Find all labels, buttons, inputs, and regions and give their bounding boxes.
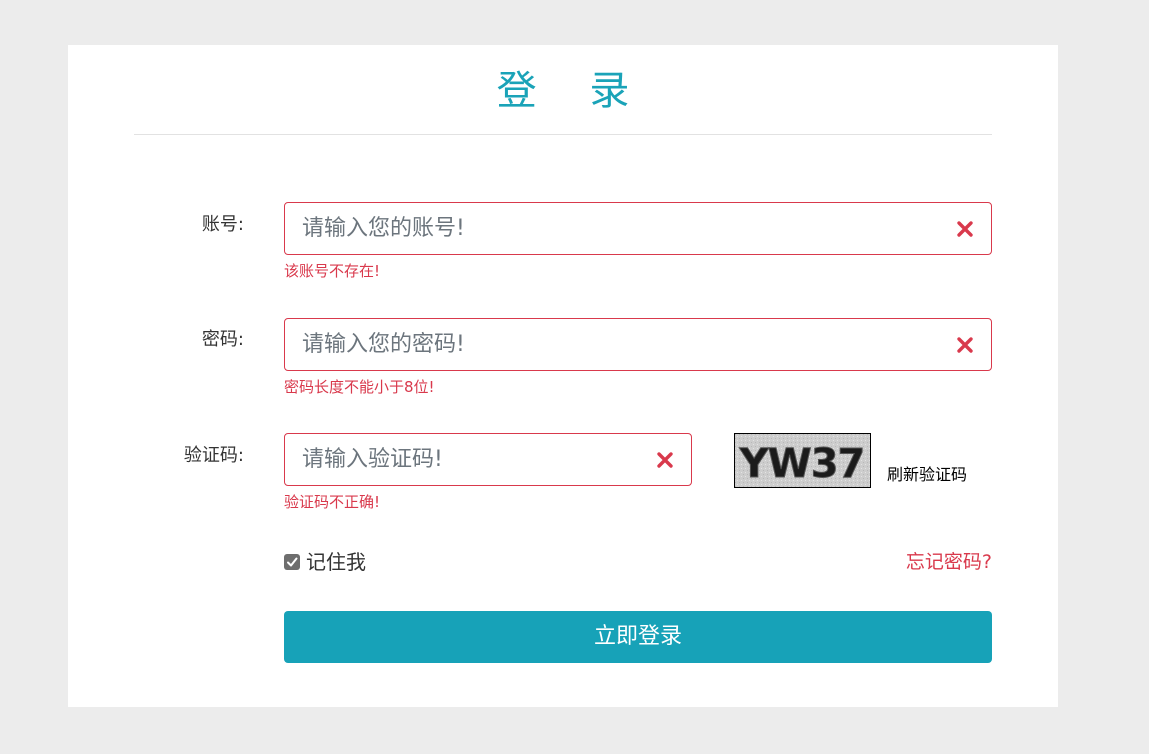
account-label: 账号:: [201, 214, 244, 235]
login-button[interactable]: 立即登录: [284, 611, 992, 663]
login-card: 登 录 账号: 该账号不存在! 密码: 密码长度不能小于8位! 验证码: 验证码…: [68, 45, 1058, 707]
captcha-error: 验证码不正确!: [284, 493, 381, 511]
clear-icon[interactable]: [656, 451, 674, 469]
password-field: [284, 318, 992, 371]
captcha-input[interactable]: [285, 434, 691, 485]
checkmark-icon: [287, 557, 298, 567]
forgot-password-link[interactable]: 忘记密码?: [906, 550, 992, 574]
password-label: 密码:: [201, 329, 244, 350]
captcha-text: YW37: [739, 441, 865, 487]
account-error: 该账号不存在!: [284, 262, 381, 280]
refresh-captcha-link[interactable]: 刷新验证码: [887, 464, 967, 486]
title-divider: [134, 134, 992, 135]
remember-me[interactable]: 记住我: [284, 549, 366, 575]
account-input[interactable]: [285, 203, 991, 254]
page-title: 登 录: [496, 68, 650, 114]
account-field: [284, 202, 992, 255]
captcha-label: 验证码:: [183, 445, 244, 466]
captcha-image[interactable]: YW37: [734, 433, 871, 488]
clear-icon[interactable]: [956, 336, 974, 354]
clear-icon[interactable]: [956, 220, 974, 238]
captcha-field: [284, 433, 692, 486]
remember-label: 记住我: [306, 550, 366, 574]
password-error: 密码长度不能小于8位!: [284, 378, 435, 396]
remember-checkbox[interactable]: [284, 554, 300, 570]
password-input[interactable]: [285, 319, 991, 370]
